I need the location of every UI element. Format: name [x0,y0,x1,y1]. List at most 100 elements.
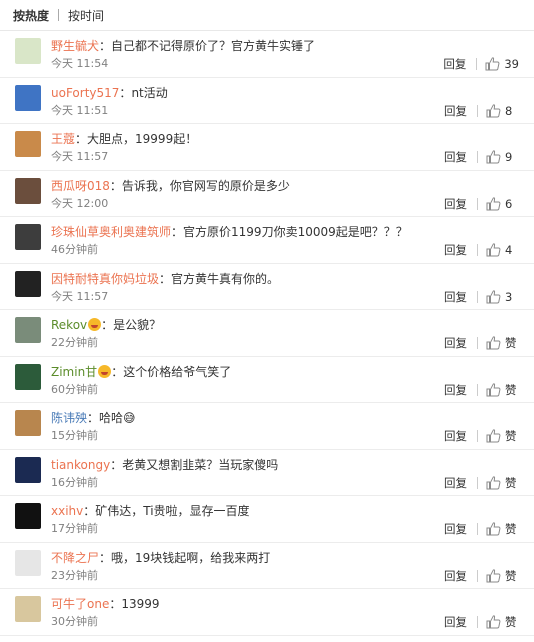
like-button[interactable]: 4 [486,243,519,257]
comment-line: 西瓜呀018：告诉我，你官网写的原价是多少 [51,178,514,194]
username-link[interactable]: tiankongy [51,458,110,472]
username-link[interactable]: 珍珠仙草奥利奥建筑师 [51,225,171,239]
comment-list: 野生毓犬：自己都不记得原价了？官方黄牛实锤了 今天 11:54 回复 39 uoFort… [0,31,534,636]
action-divider [477,244,478,256]
sort-by-hot[interactable]: 按热度 [13,7,49,24]
colon-separator: ： [109,178,122,193]
thumbs-up-icon [486,150,501,164]
avatar[interactable] [15,84,41,111]
reply-button[interactable]: 回复 [444,335,467,351]
comment-text: 这个价格给爷气笑了 [123,364,232,379]
username-link[interactable]: 可牛了one [51,597,109,611]
avatar[interactable] [15,596,41,622]
avatar[interactable] [15,503,41,529]
comment-actions: 回复 赞 [444,521,519,537]
reply-button[interactable]: 回复 [444,614,467,630]
like-button[interactable]: 赞 [486,428,519,444]
username-link[interactable]: Zimin甘 [51,365,97,379]
comment-line: Rekov ：是公貌？ [51,317,514,333]
comment-time: 60分钟前 [51,382,98,396]
username-link[interactable]: 野生毓犬 [51,39,99,53]
like-button[interactable]: 赞 [486,568,519,584]
comment-actions: 回复 4 [444,242,519,258]
like-button[interactable]: 6 [486,197,519,211]
colon-separator: ： [101,318,114,332]
avatar[interactable] [15,456,41,483]
thumbs-up-icon [486,429,501,443]
comment-line: 可牛了one：13999 [51,596,514,612]
colon-separator: ： [119,85,132,100]
comment-line: Zimin甘 ：这个价格给爷气笑了 [51,364,514,380]
like-button[interactable]: 赞 [486,475,519,491]
avatar[interactable] [15,270,41,297]
comment-actions: 回复 赞 [444,568,519,584]
like-button[interactable]: 赞 [486,335,519,351]
comment-item: Rekov ：是公貌？ 22分钟前 回复 赞 [0,310,534,357]
username-link[interactable]: Rekov [51,318,87,332]
like-button[interactable]: 9 [486,150,519,164]
reply-button[interactable]: 回复 [444,382,467,398]
like-count: 赞 [505,429,517,443]
comment-time: 今天 11:57 [51,289,109,303]
colon-separator: ： [75,132,88,146]
like-button[interactable]: 赞 [486,521,519,537]
username-link[interactable]: 陈讳殃 [51,411,87,425]
like-button[interactable]: 赞 [486,382,519,398]
comment-item: 陈讳殃：哈哈😅 15分钟前 回复赞 [0,403,534,450]
comment-item: tiankongy：老黄又想割韭菜？当玩家傻吗 16分钟前 回复 赞 [0,450,534,496]
comments-panel: 按热度 按时间 野生毓犬：自己都不记得原价了？官方黄牛实锤了 今天 11:54 回复… [0,0,534,642]
comment-line: 陈讳殃：哈哈😅 [51,410,514,426]
username-link[interactable]: xxihv [51,504,83,518]
avatar[interactable] [15,224,41,250]
comment-item: 不降之尸：哦，19块钱起啊，给我来两打 23分钟前 回复 赞 [0,543,534,589]
reply-button[interactable]: 回复 [444,149,467,165]
sort-by-time[interactable]: 按时间 [68,7,104,24]
action-divider [477,290,478,303]
comment-line: 不降之尸：哦，19块钱起啊，给我来两打 [51,550,514,566]
like-count: 赞 [505,336,517,350]
username-link[interactable]: 王蔻 [51,132,75,146]
reply-button[interactable]: 回复 [444,475,467,491]
comment-time: 今天 11:51 [51,103,109,117]
comment-text: 大胆点，19999起！ [87,132,198,146]
like-button[interactable]: 8 [486,104,519,118]
username-link[interactable]: 不降之尸 [51,551,99,565]
like-count: 3 [505,289,513,304]
reply-button[interactable]: 回复 [444,196,467,212]
comment-actions: 回复 赞 [444,614,519,630]
avatar[interactable] [15,549,41,576]
avatar[interactable] [15,363,41,390]
action-divider [477,616,478,628]
reply-button[interactable]: 回复 [444,521,467,537]
comment-time: 今天 11:54 [51,57,109,70]
avatar[interactable] [15,317,41,343]
avatar[interactable] [15,177,41,204]
comment-time: 今天 11:57 [51,150,109,163]
username-link[interactable]: uoForty517 [51,86,119,100]
username-link[interactable]: 西瓜呀018 [51,179,110,193]
sort-divider [58,9,60,21]
sort-bar: 按热度 按时间 [0,0,534,31]
like-count: 赞 [505,475,517,490]
like-button[interactable]: 赞 [486,614,519,630]
reply-button[interactable]: 回复 [444,568,467,584]
reply-button[interactable]: 回复 [444,289,467,305]
comment-actions: 回复 赞 [444,428,519,444]
reply-button[interactable]: 回复 [444,242,467,258]
reply-button[interactable]: 回复 [444,103,467,119]
username-link[interactable]: 因特耐特真你妈垃圾 [51,272,159,286]
like-button[interactable]: 39 [485,57,519,71]
comment-time: 22分钟前 [51,336,98,349]
like-count: 赞 [505,568,517,583]
avatar[interactable] [15,410,41,436]
avatar[interactable] [15,131,41,157]
avatar[interactable] [15,38,41,64]
comment-text: 哦，19块钱起啊，给我来两打 [111,550,271,565]
comment-item: 野生毓犬：自己都不记得原价了？官方黄牛实锤了 今天 11:54 回复 39 [0,31,534,78]
comment-time: 今天 12:00 [51,196,109,210]
reply-button[interactable]: 回复 [443,56,466,72]
reply-button[interactable]: 回复 [444,428,467,444]
action-divider [477,523,478,535]
comment-item: Zimin甘 ：这个价格给爷气笑了 60分钟前 回复 赞 [0,357,534,403]
like-button[interactable]: 3 [486,290,519,304]
